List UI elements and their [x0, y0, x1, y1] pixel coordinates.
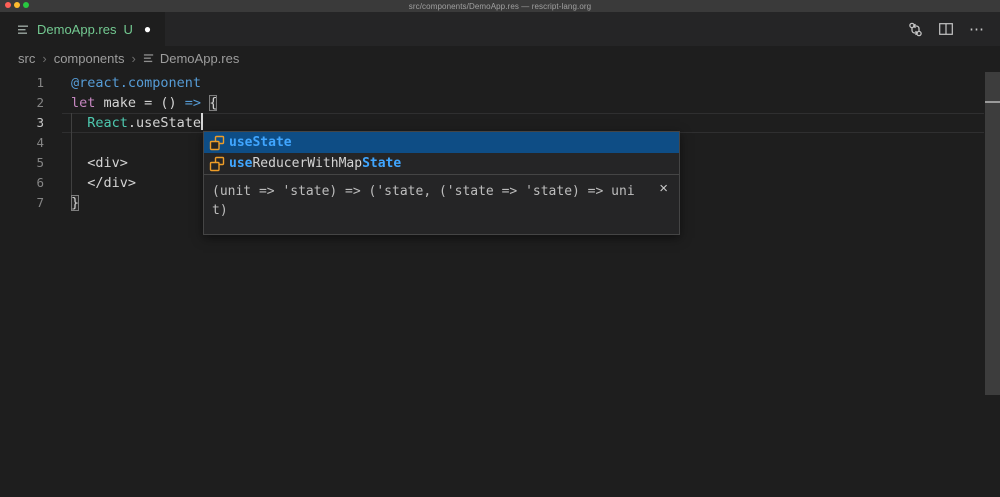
git-compare-icon	[907, 21, 924, 38]
more-actions-button[interactable]: ⋯	[968, 20, 986, 38]
dirty-indicator: ●	[144, 23, 151, 35]
tab-label: DemoApp.res	[37, 22, 116, 37]
code-text: @react.component	[44, 75, 201, 91]
minimize-window-button[interactable]	[14, 2, 20, 8]
code-line-2[interactable]: 2let make = () => {	[0, 93, 1000, 113]
code-text: React.useState	[44, 115, 203, 131]
window-titlebar: src/components/DemoApp.res — rescript-la…	[0, 0, 1000, 12]
breadcrumb-file-label: DemoApp.res	[160, 51, 239, 66]
suggestion-item-usestate[interactable]: useState	[204, 132, 679, 153]
breadcrumb-file[interactable]: DemoApp.res	[143, 51, 239, 66]
split-editor-icon	[938, 21, 954, 37]
text-cursor	[201, 113, 203, 130]
vertical-scrollbar[interactable]	[985, 72, 1000, 395]
ellipsis-icon: ⋯	[969, 20, 985, 38]
tab-demoapp[interactable]: DemoApp.res U ●	[0, 12, 165, 46]
line-number: 2	[0, 93, 44, 113]
breadcrumb-components[interactable]: components	[54, 51, 125, 66]
line-number: 7	[0, 193, 44, 213]
symbol-class-icon	[209, 156, 225, 172]
line-number: 1	[0, 73, 44, 93]
zoom-window-button[interactable]	[23, 2, 29, 8]
suggestion-label: useReducerWithMapState	[229, 156, 401, 171]
breadcrumb-src[interactable]: src	[18, 51, 35, 66]
git-status-badge: U	[123, 22, 132, 37]
code-text: }	[44, 195, 79, 211]
breadcrumb-separator: ›	[132, 51, 136, 66]
line-number: 3	[0, 113, 44, 133]
suggest-widget: useState useReducerWithMapState (unit =>…	[203, 131, 680, 235]
close-icon[interactable]: ×	[659, 181, 668, 196]
code-text: <div>	[44, 155, 128, 171]
breadcrumb: src › components › DemoApp.res	[0, 46, 1000, 70]
code-line-1[interactable]: 1@react.component	[0, 73, 1000, 93]
editor-actions: ⋯	[906, 12, 1000, 46]
editor[interactable]: 1@react.component2let make = () => {3 Re…	[0, 70, 1000, 497]
suggestion-docs-panel: (unit => 'state) => ('state, ('state => …	[204, 174, 679, 234]
close-window-button[interactable]	[5, 2, 11, 8]
type-signature: (unit => 'state) => ('state, ('state => …	[212, 182, 638, 220]
file-icon	[17, 23, 30, 36]
traffic-lights	[5, 2, 29, 8]
symbol-class-icon	[209, 135, 225, 151]
line-number: 5	[0, 153, 44, 173]
line-number: 4	[0, 133, 44, 153]
line-number: 6	[0, 173, 44, 193]
file-icon	[143, 52, 155, 64]
code-text: let make = () => {	[44, 95, 217, 111]
suggestion-label: useState	[229, 135, 292, 150]
code-line-3[interactable]: 3 React.useState	[0, 113, 1000, 133]
split-editor-button[interactable]	[937, 20, 955, 38]
suggestion-list: useState useReducerWithMapState	[204, 132, 679, 174]
tab-bar: DemoApp.res U ● ⋯	[0, 12, 1000, 46]
breadcrumb-separator: ›	[42, 51, 46, 66]
window-title: src/components/DemoApp.res — rescript-la…	[409, 2, 591, 11]
code-text: </div>	[44, 175, 136, 191]
open-changes-button[interactable]	[906, 20, 924, 38]
suggestion-item-usereducerwithmapstate[interactable]: useReducerWithMapState	[204, 153, 679, 174]
code-text	[44, 135, 71, 151]
overview-ruler-cursor-marker	[985, 101, 1000, 103]
